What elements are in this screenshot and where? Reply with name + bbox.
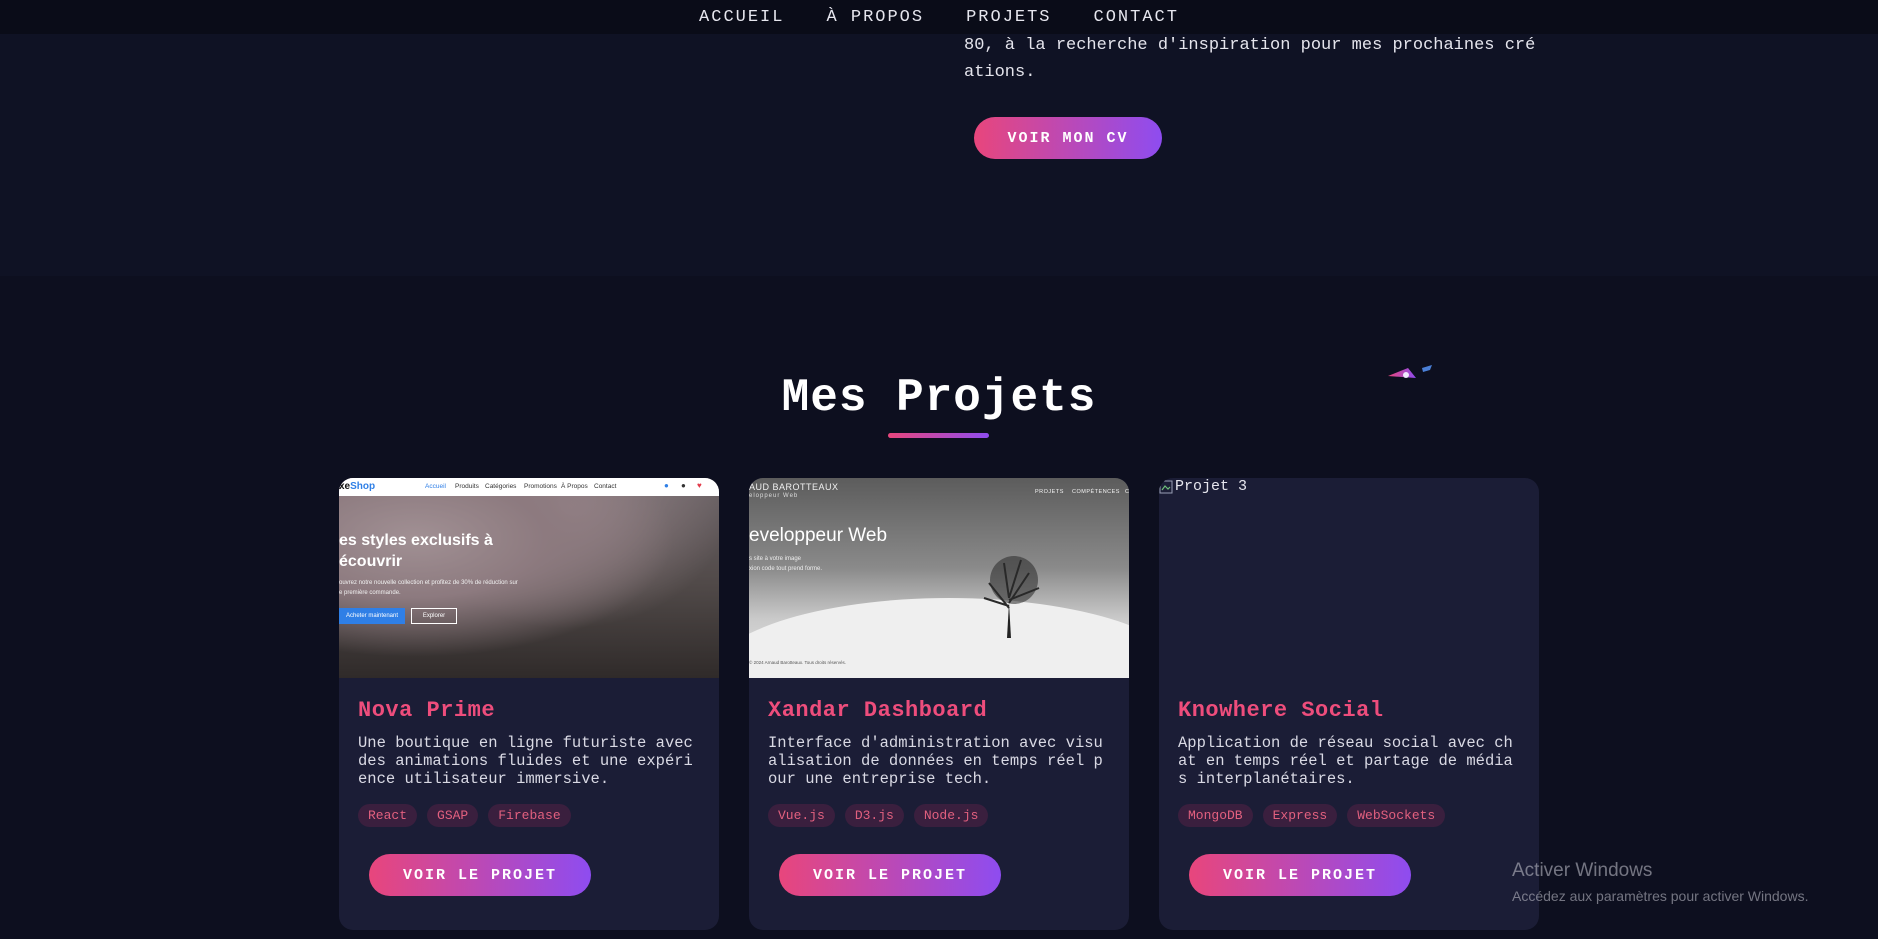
nav-item-contact[interactable]: CONTACT — [1094, 8, 1179, 27]
rocket-icon — [1388, 365, 1432, 378]
project-title: Nova Prime — [358, 698, 496, 723]
project-title: Xandar Dashboard — [768, 698, 988, 723]
thumbnail-primary-button: Acheter maintenant — [339, 608, 405, 624]
thumbnail-secondary-button: Explorer — [411, 608, 457, 624]
thumbnail-search-icon: ● — [664, 481, 669, 490]
thumbnail-logo-part-accent: Shop — [350, 481, 376, 492]
nav-item-a-propos[interactable]: À PROPOS — [826, 8, 924, 27]
thumbnail-footer: © 2024 Arnaud Barotteaux. Tous droits ré… — [749, 660, 847, 665]
top-nav: ACCUEIL À PROPOS PROJETS CONTACT — [0, 0, 1878, 34]
image-alt-text: Projet 3 — [1175, 478, 1248, 495]
project-description: Une boutique en ligne futuriste avec des… — [358, 734, 693, 788]
about-text: 80, à la recherche d'inspiration pour me… — [964, 36, 1536, 82]
nav-item-accueil[interactable]: ACCUEIL — [699, 8, 784, 27]
thumbnail-user-icon: ● — [681, 481, 686, 490]
tech-tag: Node.js — [913, 804, 989, 827]
tech-tag: Express — [1262, 804, 1338, 827]
tag-list: Vue.js D3.js Node.js — [768, 804, 989, 827]
tree-icon — [983, 556, 1040, 638]
nav-item-projets[interactable]: PROJETS — [966, 8, 1051, 27]
windows-activation-watermark: Activer Windows Accédez aux paramètres p… — [1512, 859, 1808, 906]
view-cv-button[interactable]: VOIR MON CV — [974, 117, 1162, 159]
thumbnail-screenshot: AUD BAROTTEAUX eloppeur Web PROJETS COMP… — [749, 478, 1129, 678]
project-thumbnail[interactable]: xeShop Accueil Produits Catégories Promo… — [339, 478, 719, 678]
tech-tag: Vue.js — [768, 804, 835, 827]
thumbnail-nav-item: C — [1125, 489, 1129, 495]
thumbnail-logo-part: xe — [339, 481, 351, 492]
tech-tag: MongoDB — [1178, 804, 1253, 827]
broken-image-icon — [1159, 480, 1173, 493]
broken-image: Projet 3 — [1159, 478, 1247, 495]
thumbnail-heart-icon: ♥ — [697, 481, 702, 490]
watermark-subtitle: Accédez aux paramètres pour activer Wind… — [1512, 888, 1809, 904]
view-project-button[interactable]: VOIR LE PROJET — [1189, 854, 1411, 896]
project-description: Interface d'administration avec visualis… — [768, 734, 1103, 788]
watermark-title: Activer Windows — [1512, 860, 1653, 881]
tag-list: MongoDB Express WebSockets — [1178, 804, 1446, 827]
project-card-nova-prime: xeShop Accueil Produits Catégories Promo… — [339, 478, 719, 930]
tag-list: React GSAP Firebase — [358, 804, 571, 827]
view-project-button[interactable]: VOIR LE PROJET — [779, 854, 1001, 896]
thumbnail-text: s site à votre image xion code tout pren… — [749, 556, 823, 572]
project-card-xandar-dashboard: AUD BAROTTEAUX eloppeur Web PROJETS COMP… — [749, 478, 1129, 930]
tech-tag: GSAP — [427, 804, 479, 827]
thumbnail-site-subtitle: eloppeur Web — [749, 493, 799, 499]
project-thumbnail[interactable]: AUD BAROTTEAUX eloppeur Web PROJETS COMP… — [749, 478, 1129, 678]
page: 80, à la recherche d'inspiration pour me… — [0, 0, 1878, 939]
thumbnail-nav-item: Contact — [594, 483, 617, 490]
view-project-button[interactable]: VOIR LE PROJET — [369, 854, 591, 896]
project-title: Knowhere Social — [1178, 698, 1384, 723]
title-underline — [888, 433, 989, 438]
thumbnail-nav-item: Produits — [455, 483, 479, 490]
thumbnail-text: ouvrez notre nouvelle collection et prof… — [339, 580, 518, 596]
thumbnail-nav-item: Promotions — [524, 483, 557, 490]
project-description: Application de réseau social avec chat e… — [1178, 734, 1513, 788]
thumbnail-nav-item: COMPÉTENCES — [1072, 489, 1120, 495]
thumbnail-site-name: AUD BAROTTEAUX — [749, 482, 839, 492]
project-card-knowhere-social: Projet 3 Knowhere Social Application de … — [1159, 478, 1539, 930]
project-thumbnail[interactable]: Projet 3 — [1159, 478, 1539, 678]
projects-title: Mes Projets — [781, 372, 1097, 424]
tech-tag: D3.js — [844, 804, 904, 827]
thumbnail-navbar: xeShop Accueil Produits Catégories Promo… — [339, 478, 719, 496]
thumbnail-heading: eveloppeur Web — [749, 525, 888, 546]
thumbnail-heading: es styles exclusifs à écouvrir — [339, 532, 493, 570]
thumbnail-nav-item: À Propos — [561, 483, 588, 490]
thumbnail-nav-item: Accueil — [425, 483, 446, 490]
thumbnail-snow-hill — [749, 598, 1129, 678]
tech-tag: WebSockets — [1347, 804, 1446, 827]
thumbnail-screenshot: xeShop Accueil Produits Catégories Promo… — [339, 478, 719, 678]
about-section: 80, à la recherche d'inspiration pour me… — [0, 0, 1878, 276]
thumbnail-logo: xeShop — [339, 481, 375, 492]
tech-tag: React — [358, 804, 418, 827]
thumbnail-nav-item: Catégories — [485, 483, 517, 490]
thumbnail-nav-item: PROJETS — [1035, 489, 1064, 495]
tech-tag: Firebase — [488, 804, 571, 827]
